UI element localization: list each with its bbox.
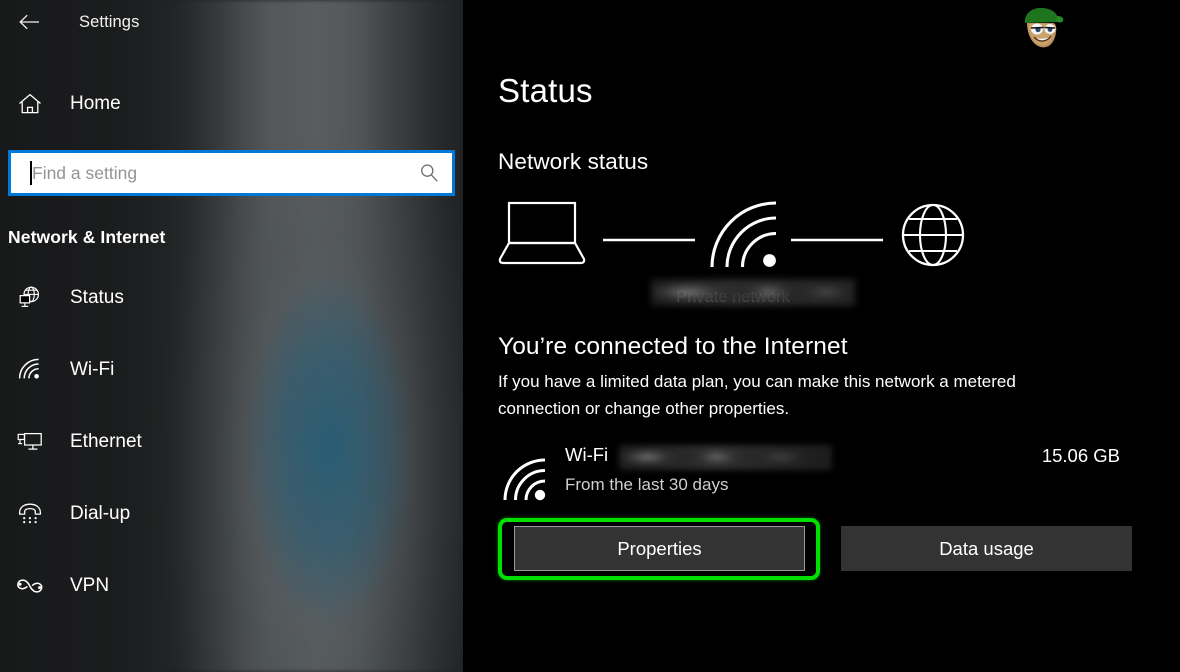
globe-monitor-icon xyxy=(8,285,52,311)
main-content: Status Network status You’re connected t… xyxy=(463,0,1180,672)
appuals-mascot-logo xyxy=(1013,4,1067,54)
sidebar-item-status[interactable]: Status xyxy=(0,276,463,320)
usage-period: From the last 30 days xyxy=(565,475,729,494)
wifi-icon xyxy=(503,458,553,509)
section-title: Network status xyxy=(498,149,649,174)
sidebar-category-title: Network & Internet xyxy=(8,227,166,247)
settings-window: Settings Home Find a setting Network & I… xyxy=(0,0,1180,672)
sidebar-item-dialup-label: Dial-up xyxy=(70,503,131,524)
vpn-knot-icon xyxy=(8,576,52,596)
sidebar-item-ethernet-label: Ethernet xyxy=(70,431,142,452)
text-caret xyxy=(30,161,32,185)
sidebar: Settings Home Find a setting Network & I… xyxy=(0,0,463,672)
sidebar-item-wifi-label: Wi-Fi xyxy=(70,359,115,380)
properties-button[interactable]: Properties xyxy=(514,526,805,571)
phone-handset-icon xyxy=(8,502,52,526)
search-box[interactable] xyxy=(11,153,452,193)
data-usage-summary: Wi-Fi From the last 30 days 15.06 GB xyxy=(498,444,1120,506)
search-icon[interactable] xyxy=(406,153,452,193)
action-buttons: Properties Data usage xyxy=(498,518,1138,580)
search-input[interactable] xyxy=(11,153,406,193)
usage-network-name: Wi-Fi xyxy=(565,444,609,465)
data-usage-button[interactable]: Data usage xyxy=(841,526,1132,571)
page-title: Status xyxy=(498,72,593,109)
sidebar-item-wifi[interactable]: Wi-Fi xyxy=(0,348,463,392)
wifi-icon xyxy=(8,358,52,382)
home-icon xyxy=(8,92,52,116)
connection-description: If you have a limited data plan, you can… xyxy=(498,372,1016,418)
sidebar-item-dialup[interactable]: Dial-up xyxy=(0,492,463,536)
laptop-icon xyxy=(498,201,586,265)
connection-headline: You’re connected to the Internet xyxy=(498,333,848,360)
usage-amount: 15.06 GB xyxy=(1041,445,1120,466)
network-diagram xyxy=(498,197,968,306)
sidebar-item-home-label: Home xyxy=(70,93,121,114)
sidebar-item-status-label: Status xyxy=(70,287,124,308)
globe-icon xyxy=(901,203,965,267)
sidebar-item-vpn[interactable]: VPN xyxy=(0,564,463,608)
ethernet-monitor-icon xyxy=(8,430,52,454)
network-ssid-redacted xyxy=(651,279,855,306)
back-button[interactable] xyxy=(8,5,50,39)
usage-ssid-redacted xyxy=(619,445,832,470)
wifi-icon xyxy=(710,201,777,268)
sidebar-item-ethernet[interactable]: Ethernet xyxy=(0,420,463,464)
sidebar-item-vpn-label: VPN xyxy=(70,575,110,596)
sidebar-nav: Status Wi-Fi Ethernet Dial-up VPN xyxy=(0,276,463,608)
app-title: Settings xyxy=(79,12,140,31)
sidebar-item-home[interactable]: Home xyxy=(0,82,463,126)
title-bar: Settings xyxy=(0,0,463,44)
search-container xyxy=(8,150,455,196)
back-arrow-icon xyxy=(18,14,40,30)
